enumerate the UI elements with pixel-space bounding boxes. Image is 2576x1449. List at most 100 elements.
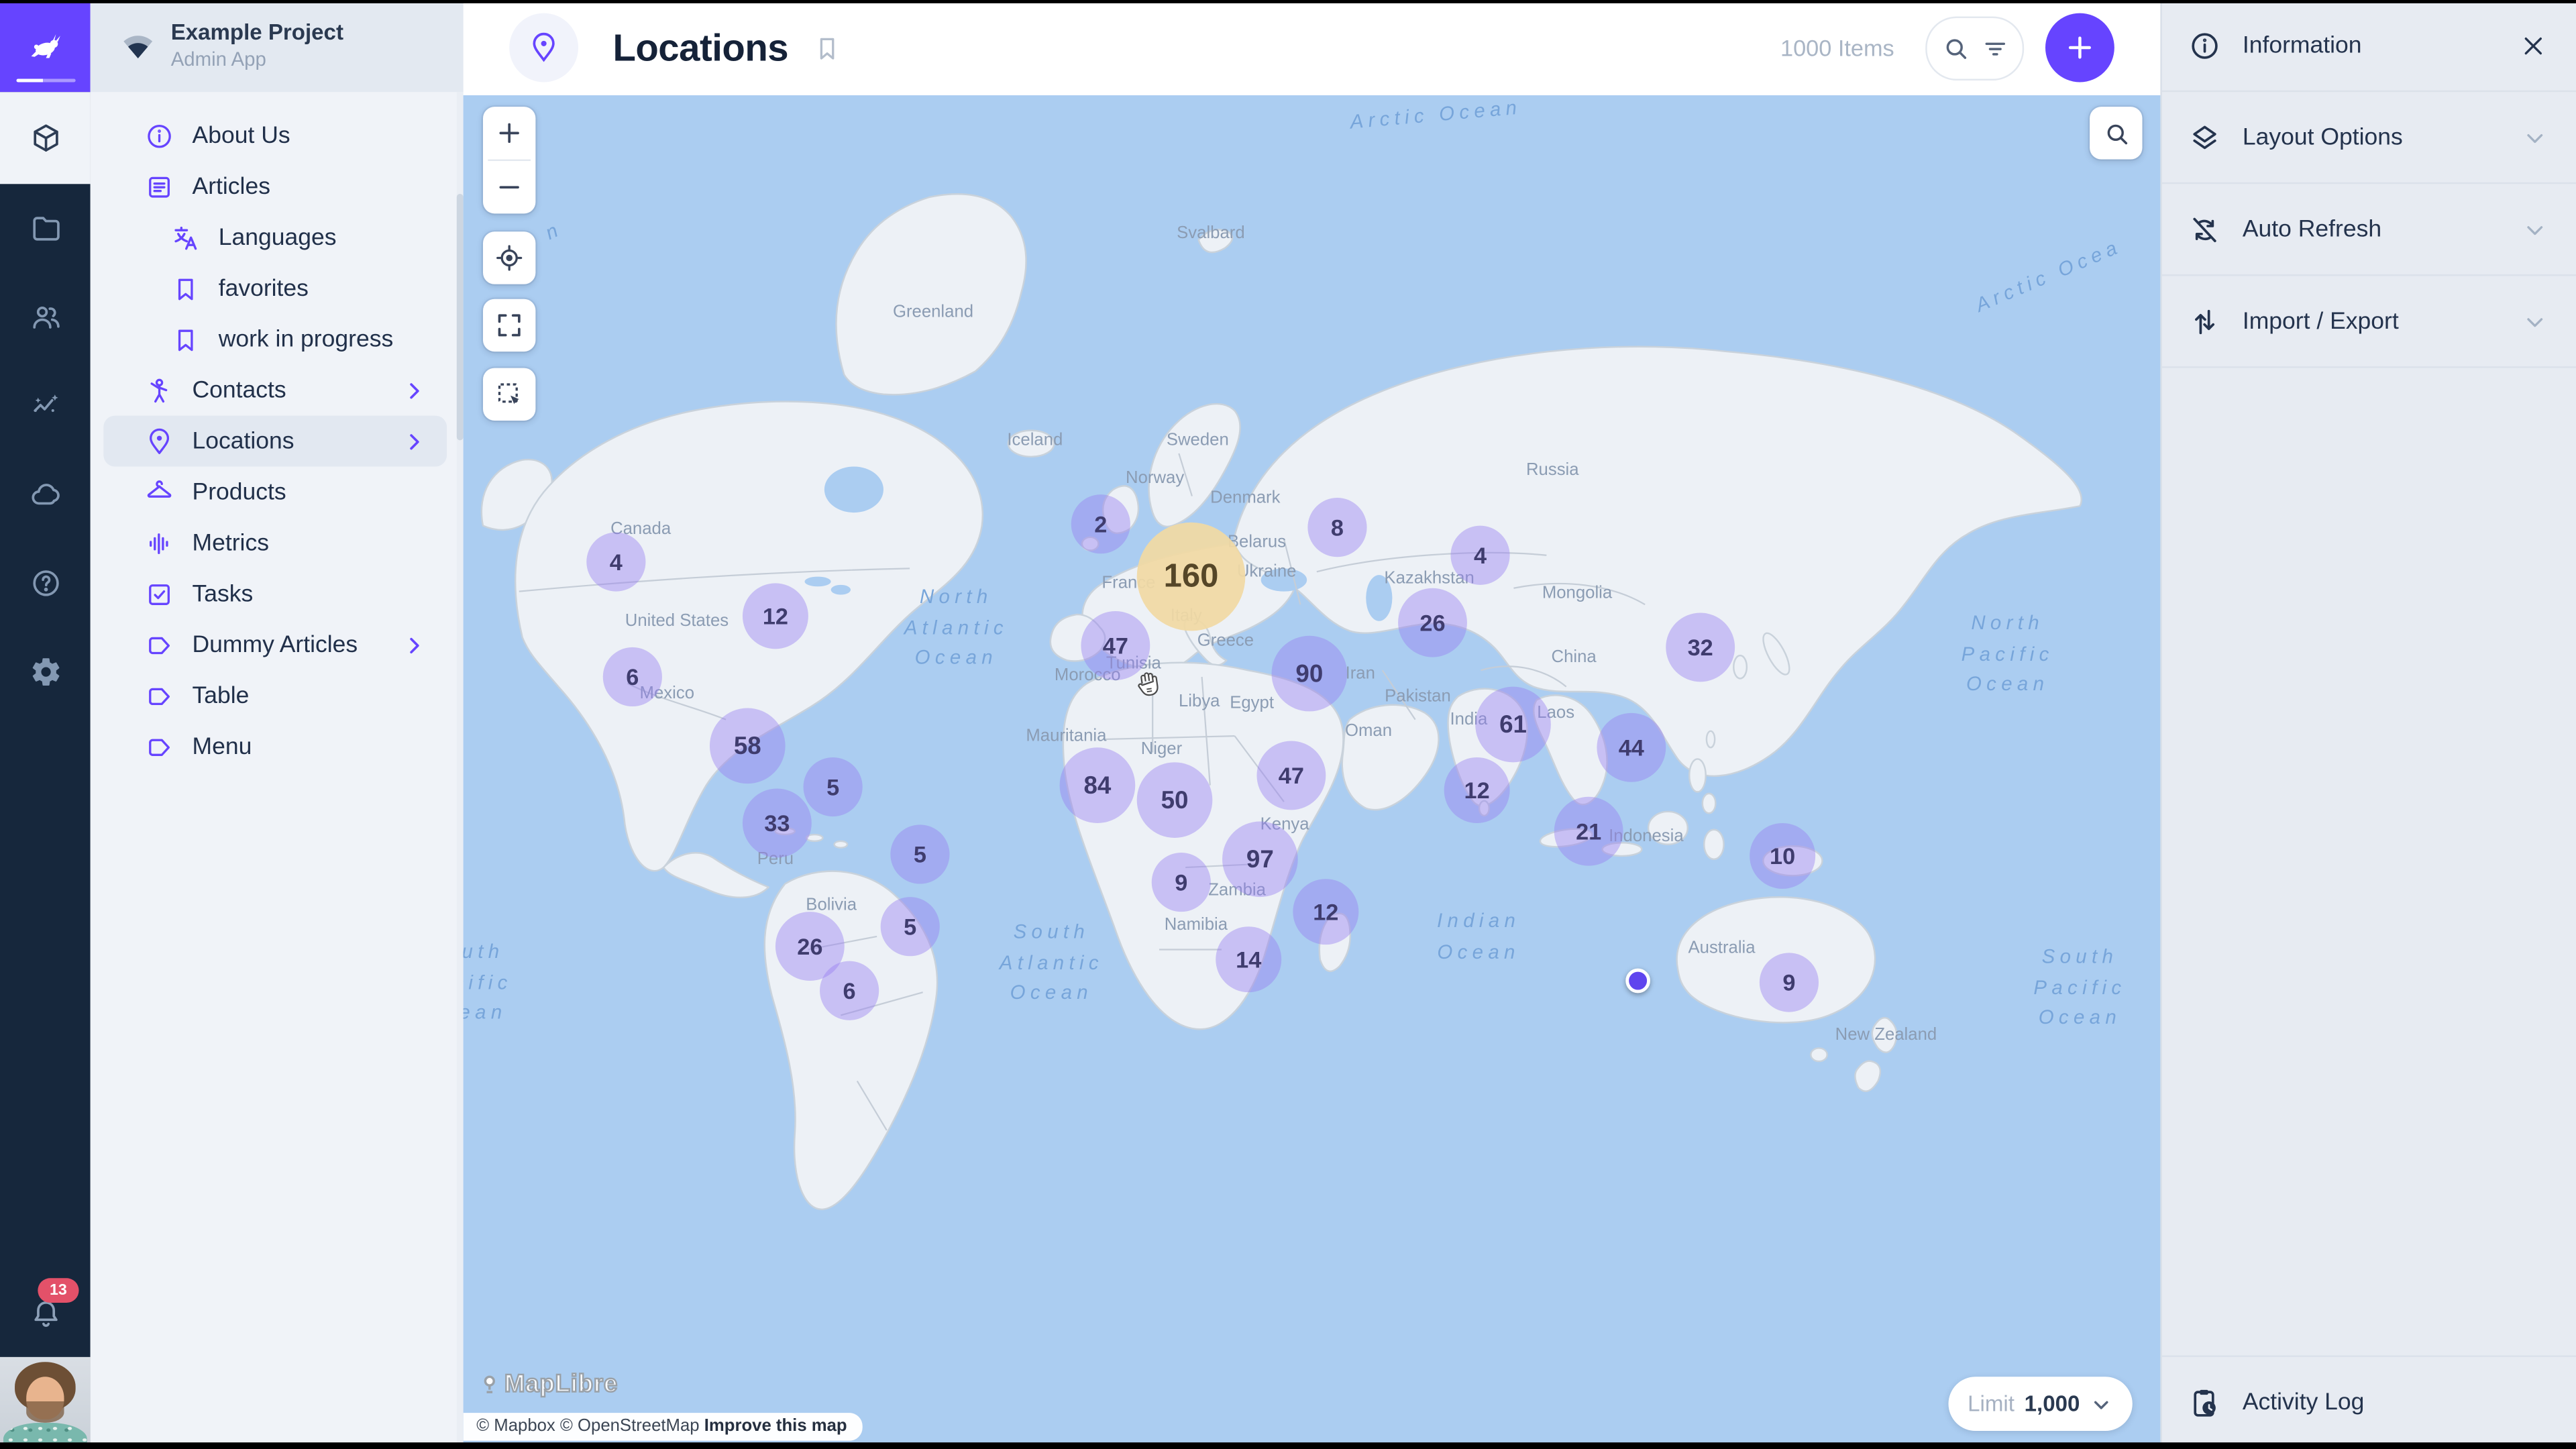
drawer-section-information[interactable]: Information [2162,0,2576,92]
rabbit-logo-icon [27,28,63,64]
drawer-section-import-export[interactable]: Import / Export [2162,276,2576,368]
module-help[interactable] [0,539,91,627]
map-cluster[interactable]: 32 [1666,612,1735,682]
sidebar-item-metrics[interactable]: Metrics [103,517,447,568]
sidebar-item-contacts[interactable]: Contacts [103,365,447,416]
map-cluster[interactable]: 6 [820,961,879,1020]
crosshair-icon [494,243,524,272]
map-cluster[interactable]: 8 [1307,498,1366,557]
module-insights[interactable] [0,362,91,450]
notifications-button[interactable]: 13 [0,1272,91,1357]
map-cluster[interactable]: 84 [1060,747,1136,823]
map-cluster[interactable]: 12 [1444,757,1510,823]
box-select-button[interactable] [483,368,535,421]
info-icon [145,121,174,150]
module-file-library[interactable] [0,184,91,272]
map-cluster[interactable]: 21 [1554,797,1623,866]
minus-icon [494,172,524,202]
search-icon[interactable] [1941,34,1969,62]
zoom-out-button[interactable] [483,161,535,213]
sidebar-item-locations[interactable]: Locations [103,416,447,467]
sidebar-item-products[interactable]: Products [103,467,447,518]
map-cluster[interactable]: 6 [603,647,662,706]
map-cluster[interactable]: 47 [1081,611,1150,680]
add-item-button[interactable] [2045,13,2114,83]
close-drawer-button[interactable] [2518,30,2548,60]
map-cluster[interactable]: 14 [1216,926,1281,992]
nav-scrollbar[interactable] [457,92,464,1449]
map-cluster[interactable]: 10 [1750,823,1815,889]
map-cluster[interactable]: 5 [804,757,863,816]
fullscreen-control [483,299,535,352]
project-switcher[interactable]: Example Project Admin App [91,0,464,92]
map-cluster[interactable]: 160 [1137,523,1246,631]
search-filter-pill[interactable] [1925,15,2024,80]
map-cluster[interactable]: 12 [743,583,808,649]
drawer-section-layout-options[interactable]: Layout Options [2162,92,2576,184]
close-icon [2518,30,2548,60]
sidebar-item-dummy-articles[interactable]: Dummy Articles [103,619,447,670]
map-cluster[interactable]: 47 [1256,741,1326,810]
sidebar-item-work-in-progress[interactable]: work in progress [103,314,447,365]
map-cluster[interactable]: 33 [743,789,812,858]
map-cluster[interactable]: 12 [1293,879,1358,945]
map-search-button[interactable] [2090,107,2142,159]
article-icon [145,172,174,201]
fullscreen-button[interactable] [483,299,535,352]
map-cluster[interactable]: 97 [1222,821,1298,897]
map-cluster[interactable]: 61 [1475,687,1551,763]
module-settings[interactable] [0,628,91,716]
collection-nav-list: About UsArticles Languages favoriteswork i… [91,92,464,772]
drawer-section-label: Information [2243,32,2362,58]
user-avatar[interactable] [0,1357,91,1449]
sidebar-item-tasks[interactable]: Tasks [103,568,447,619]
map-cluster[interactable]: 9 [1152,853,1211,912]
module-user-directory[interactable] [0,273,91,362]
activity-log-button[interactable]: Activity Log [2162,1355,2576,1449]
expand-section-chevron[interactable] [2522,124,2548,150]
sidebar-item-favorites[interactable]: favorites [103,263,447,314]
sidebar-item-articles[interactable]: Articles [103,161,447,212]
limit-dropdown[interactable]: Limit 1,000 [1948,1377,2133,1431]
drawer-section-auto-refresh[interactable]: Auto Refresh [2162,184,2576,276]
sidebar-item-label: Languages [219,224,337,250]
map-cluster[interactable]: 26 [1398,588,1467,657]
expand-section-chevron[interactable] [2522,216,2548,242]
map-cluster[interactable]: 50 [1137,762,1213,838]
bookmark-page-button[interactable] [813,34,841,62]
pin-icon [145,427,174,456]
sidebar-item-languages[interactable]: Languages [103,212,447,263]
letterbox-bottom [0,1442,2576,1449]
app-logo[interactable] [0,0,91,92]
label-icon [145,732,174,761]
map-cluster[interactable]: 5 [890,824,949,883]
map-cluster[interactable]: 5 [881,897,940,956]
app-window: 13 Example Project Admin App About UsArt… [0,0,2576,1449]
sidebar-item-menu[interactable]: Menu [103,721,447,772]
box-select-icon [494,380,524,409]
map-cluster[interactable]: 58 [710,708,786,784]
geolocate-button[interactable] [483,231,535,284]
insights-icon [29,389,62,422]
map-canvas[interactable]: Arctic OceanArctic Oceaa nNorthAtlanticO… [464,95,2161,1449]
sidebar-item-about-us[interactable]: About Us [103,110,447,161]
map-cluster[interactable]: 2 [1071,494,1130,553]
plus-icon [494,118,524,148]
translate-icon [171,223,201,252]
fullscreen-icon [494,311,524,340]
map-point-marker[interactable] [1625,969,1650,994]
map-cluster[interactable]: 4 [1450,526,1509,585]
map-cluster[interactable]: 44 [1597,713,1666,782]
label-icon [145,630,174,659]
module-content[interactable] [0,92,91,184]
improve-map-link[interactable]: Improve this map [704,1416,847,1436]
map-cluster[interactable]: 9 [1760,953,1819,1012]
map-cluster[interactable]: 4 [586,532,645,591]
map-cluster[interactable]: 90 [1272,636,1348,712]
expand-section-chevron[interactable] [2522,308,2548,334]
module-cloud[interactable] [0,450,91,539]
filter-icon[interactable] [1980,34,2008,62]
page-title: Locations [612,25,788,70]
sidebar-item-table[interactable]: Table [103,670,447,721]
zoom-in-button[interactable] [483,107,535,159]
